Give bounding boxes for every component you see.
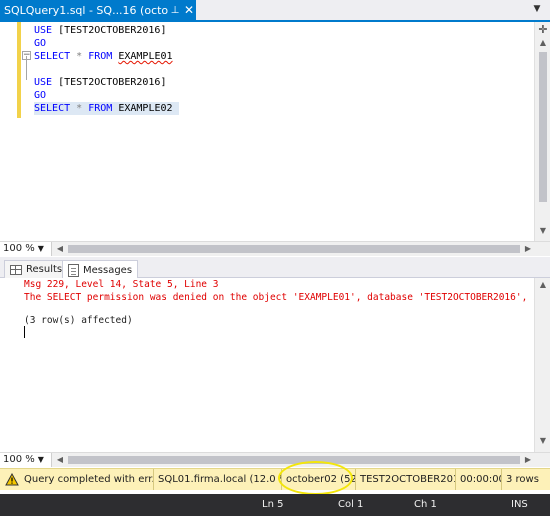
query-document-tab[interactable]: SQLQuery1.sql - SQ...16 (october02 (52))…	[0, 0, 196, 20]
chevron-down-icon: ▼	[37, 455, 44, 464]
results-zoom-select[interactable]: 100 % ▼	[0, 453, 52, 467]
editor-status-bar: Ln 5 Col 1 Ch 1 INS	[0, 494, 550, 516]
scroll-down-icon[interactable]: ▼	[535, 436, 550, 448]
query-status-message: Query completed with err...	[24, 474, 153, 485]
scroll-down-icon[interactable]: ▼	[535, 226, 550, 238]
keyword: FROM	[88, 103, 113, 114]
elapsed-time: 00:00:00	[455, 469, 501, 490]
editor-zoom-row: 100 % ▼ ◀ ▶	[0, 241, 550, 256]
scroll-right-icon[interactable]: ▶	[522, 454, 534, 466]
messages-vertical-scrollbar[interactable]: ▲ ▼	[534, 278, 550, 452]
scroll-left-icon[interactable]: ◀	[54, 243, 66, 255]
message-icon	[68, 263, 79, 277]
code-line-6: GO	[34, 89, 46, 102]
scroll-up-icon[interactable]: ▲	[535, 280, 550, 292]
keyword: SELECT	[34, 103, 71, 114]
editor-zoom-select[interactable]: 100 % ▼	[0, 242, 52, 256]
code-operator: *	[76, 51, 83, 62]
warning-icon	[5, 473, 19, 486]
results-tab-strip: Results Messages	[0, 257, 550, 279]
query-status-bar: Query completed with err... SQL01.firma.…	[0, 468, 550, 490]
code-line-2: GO	[34, 37, 46, 50]
column-number: Col 1	[338, 499, 364, 510]
chevron-down-icon: ▼	[37, 244, 44, 253]
keyword: GO	[34, 38, 47, 49]
code-operator: *	[76, 103, 83, 114]
split-icon[interactable]: ✛	[537, 24, 549, 36]
grid-icon	[10, 264, 22, 275]
horizontal-scroll-thumb[interactable]	[68, 245, 520, 253]
code-line-7: SELECT * FROM EXAMPLE02	[34, 102, 179, 115]
change-tracking-bar	[17, 22, 21, 118]
code-identifier: [TEST2OCTOBER2016]	[58, 77, 167, 88]
row-count: 3 rows	[501, 469, 550, 490]
char-number: Ch 1	[414, 499, 437, 510]
rows-affected-line: (3 row(s) affected)	[24, 315, 133, 326]
keyword: GO	[34, 90, 47, 101]
keyword: USE	[34, 77, 53, 88]
tab-results-label: Results	[26, 264, 63, 275]
editor-vertical-scrollbar[interactable]: ✛ ▲ ▼	[534, 22, 550, 241]
keyword: SELECT	[34, 51, 71, 62]
server-name: SQL01.firma.local (12.0 SP2)	[153, 469, 281, 490]
error-message-line: The SELECT permission was denied on the …	[24, 292, 534, 303]
text-cursor	[24, 326, 25, 338]
insert-mode: INS	[511, 499, 528, 510]
scroll-right-icon[interactable]: ▶	[522, 243, 534, 255]
code-line-3: SELECT * FROM EXAMPLE01	[34, 50, 173, 63]
scroll-up-icon[interactable]: ▲	[535, 38, 550, 50]
keyword: FROM	[88, 51, 113, 62]
zoom-value: 100 %	[3, 454, 35, 465]
scroll-left-icon[interactable]: ◀	[54, 454, 66, 466]
document-tab-strip: SQLQuery1.sql - SQ...16 (october02 (52))…	[0, 0, 550, 20]
line-number: Ln 5	[262, 499, 284, 510]
code-line-5: USE [TEST2OCTOBER2016]	[34, 76, 166, 89]
pin-icon[interactable]: ⊥	[168, 5, 182, 16]
code-identifier: [TEST2OCTOBER2016]	[58, 25, 167, 36]
code-line-1: USE [TEST2OCTOBER2016]	[34, 24, 166, 37]
sql-editor[interactable]: − USE [TEST2OCTOBER2016] GO SELECT * FRO…	[0, 22, 534, 241]
close-icon[interactable]: ✕	[182, 3, 196, 17]
messages-pane[interactable]: Msg 229, Level 14, State 5, Line 3 The S…	[0, 278, 534, 452]
tab-results[interactable]: Results	[4, 260, 69, 278]
code-table-name: EXAMPLE02	[118, 103, 173, 114]
scroll-thumb[interactable]	[539, 52, 547, 202]
fold-guide	[26, 56, 27, 80]
tab-messages-label: Messages	[83, 264, 133, 276]
code-table-name: EXAMPLE01	[118, 51, 173, 62]
tab-messages[interactable]: Messages	[62, 260, 139, 279]
zoom-value: 100 %	[3, 243, 35, 254]
tab-dropdown-icon[interactable]: ▼	[530, 4, 544, 18]
highlight-ellipse	[278, 461, 353, 495]
query-tab-title: SQLQuery1.sql - SQ...16 (october02 (52))…	[4, 3, 168, 17]
keyword: USE	[34, 25, 53, 36]
error-message-line: Msg 229, Level 14, State 5, Line 3	[24, 279, 219, 290]
results-zoom-row: 100 % ▼ ◀ ▶	[0, 452, 550, 467]
database-name: TEST2OCTOBER2016	[355, 469, 455, 490]
